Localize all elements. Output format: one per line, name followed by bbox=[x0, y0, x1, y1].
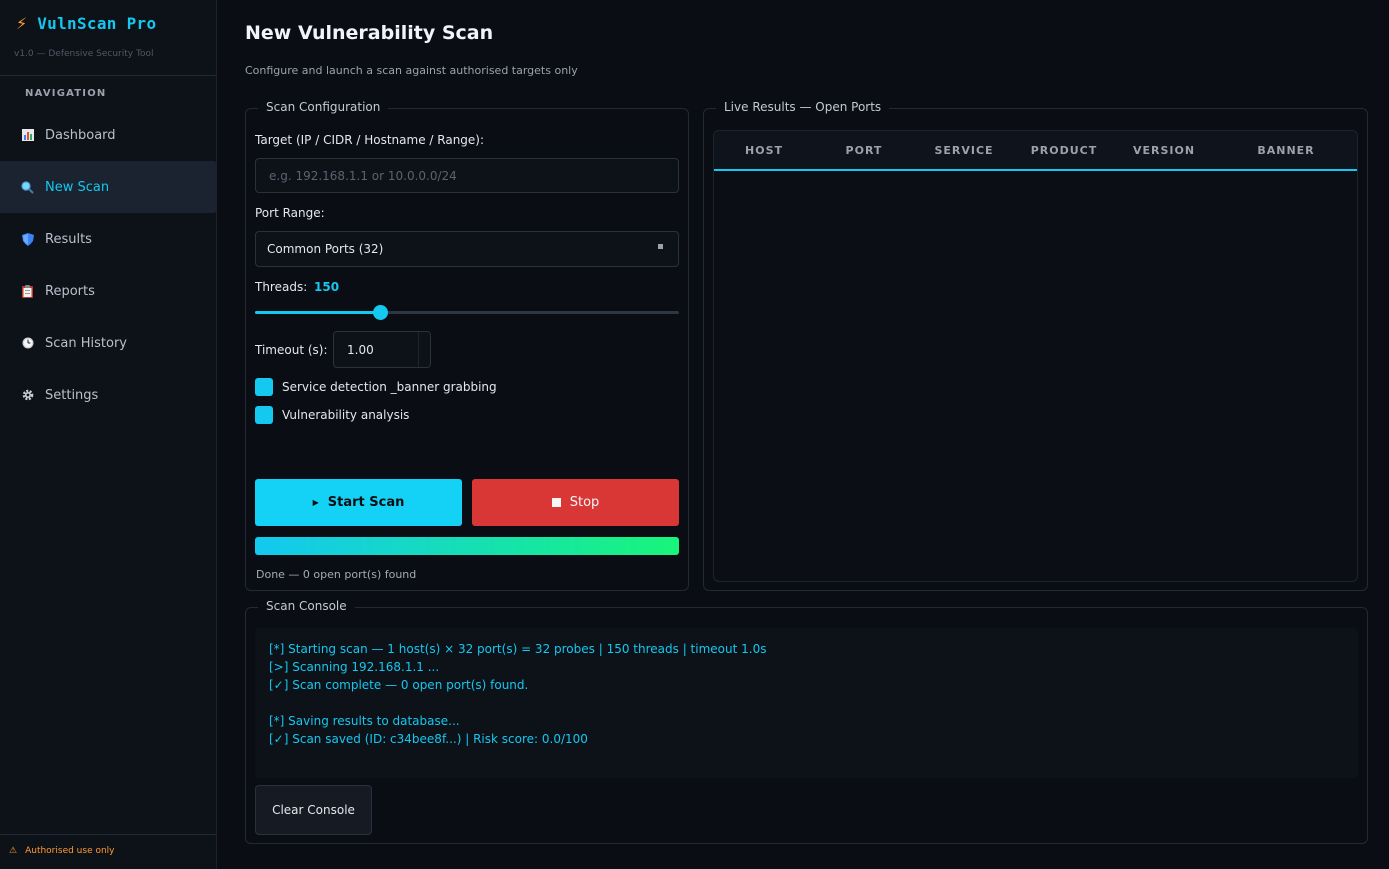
vuln-analysis-label: Vulnerability analysis bbox=[282, 408, 410, 422]
console-line: [✓] Scan complete — 0 open port(s) found… bbox=[269, 678, 529, 692]
threads-slider-fill bbox=[255, 311, 381, 314]
column-header-port[interactable]: PORT bbox=[846, 144, 883, 157]
warning-icon: ⚠ bbox=[9, 846, 18, 856]
scan-configuration-title: Scan Configuration bbox=[258, 100, 389, 114]
stop-button[interactable]: Stop bbox=[472, 479, 679, 526]
column-header-host[interactable]: HOST bbox=[745, 144, 783, 157]
vuln-analysis-checkbox-row[interactable]: Vulnerability analysis bbox=[255, 406, 409, 424]
sidebar-footer: ⚠ Authorised use only bbox=[9, 846, 115, 856]
sidebar-item-scan-history[interactable]: Scan History bbox=[0, 317, 217, 369]
timeout-value: 1.00 bbox=[347, 342, 374, 357]
start-scan-button[interactable]: ▶ Start Scan bbox=[255, 479, 462, 526]
magnifier-icon bbox=[21, 180, 34, 194]
sidebar-item-label: Results bbox=[45, 231, 92, 247]
stop-label: Stop bbox=[569, 495, 600, 510]
threads-slider-handle[interactable] bbox=[373, 305, 389, 320]
sidebar-item-label: Dashboard bbox=[45, 127, 116, 143]
sidebar-item-reports[interactable]: Reports bbox=[0, 265, 217, 317]
clear-console-button[interactable]: Clear Console bbox=[255, 785, 372, 835]
sidebar-footer-divider bbox=[0, 834, 217, 835]
scan-console-panel: Scan Console [*] Starting scan — 1 host(… bbox=[245, 599, 1368, 844]
target-label: Target (IP / CIDR / Hostname / Range): bbox=[255, 133, 485, 147]
column-header-banner[interactable]: BANNER bbox=[1257, 144, 1314, 157]
lightning-icon: ⚡ bbox=[16, 14, 28, 33]
page-subtitle: Configure and launch a scan against auth… bbox=[245, 64, 578, 77]
console-line: [*] Saving results to database... bbox=[269, 714, 460, 728]
timeout-label: Timeout (s): bbox=[255, 343, 328, 357]
sidebar-item-label: Reports bbox=[45, 283, 95, 299]
scan-progress-bar bbox=[255, 537, 679, 555]
stop-icon bbox=[551, 498, 561, 507]
port-range-value: Common Ports (32) bbox=[267, 242, 384, 256]
column-header-service[interactable]: SERVICE bbox=[934, 144, 993, 157]
service-detection-label: Service detection _banner grabbing bbox=[282, 380, 497, 394]
port-range-label: Port Range: bbox=[255, 206, 325, 220]
live-results-title: Live Results — Open Ports bbox=[716, 100, 890, 114]
sidebar-item-label: New Scan bbox=[45, 179, 110, 195]
page-title: New Vulnerability Scan bbox=[245, 22, 494, 44]
column-header-product[interactable]: PRODUCT bbox=[1031, 144, 1098, 157]
scan-console-title: Scan Console bbox=[258, 599, 355, 613]
start-scan-label: Start Scan bbox=[327, 495, 405, 510]
service-detection-checkbox-row[interactable]: Service detection _banner grabbing bbox=[255, 378, 497, 396]
sidebar-item-new-scan[interactable]: New Scan bbox=[0, 161, 217, 213]
console-line: [*] Starting scan — 1 host(s) × 32 port(… bbox=[269, 642, 767, 656]
console-line: [>] Scanning 192.168.1.1 ... bbox=[269, 660, 440, 674]
column-header-version[interactable]: VERSION bbox=[1133, 144, 1195, 157]
app-subtitle: v1.0 — Defensive Security Tool bbox=[14, 49, 154, 59]
brand: ⚡ VulnScan Pro bbox=[16, 14, 156, 33]
scan-progress-fill bbox=[255, 537, 679, 555]
shield-icon bbox=[21, 232, 34, 246]
gear-icon bbox=[21, 389, 34, 402]
sidebar-item-label: Scan History bbox=[45, 335, 127, 351]
sidebar-item-label: Settings bbox=[45, 387, 99, 403]
threads-slider[interactable] bbox=[255, 305, 679, 320]
threads-label: Threads: bbox=[255, 280, 308, 294]
chart-icon bbox=[21, 129, 34, 142]
play-icon: ▶ bbox=[312, 498, 319, 507]
vuln-analysis-checkbox[interactable] bbox=[255, 406, 273, 424]
service-detection-checkbox[interactable] bbox=[255, 378, 273, 396]
target-input[interactable] bbox=[255, 158, 679, 193]
port-range-select[interactable]: Common Ports (32) bbox=[255, 231, 679, 267]
sidebar-divider bbox=[0, 75, 217, 76]
sidebar: ⚡ VulnScan Pro v1.0 — Defensive Security… bbox=[0, 0, 217, 869]
results-table[interactable]: HOST PORT SERVICE PRODUCT VERSION BANNER bbox=[713, 130, 1358, 582]
sidebar-item-settings[interactable]: Settings bbox=[0, 369, 217, 421]
dropdown-arrow-icon bbox=[658, 244, 663, 249]
sidebar-item-dashboard[interactable]: Dashboard bbox=[0, 109, 217, 161]
scan-status: Done — 0 open port(s) found bbox=[256, 568, 417, 581]
authorised-notice: Authorised use only bbox=[25, 846, 115, 856]
live-results-panel: Live Results — Open Ports HOST PORT SERV… bbox=[703, 100, 1368, 591]
scan-configuration-panel: Scan Configuration Target (IP / CIDR / H… bbox=[245, 100, 689, 591]
timeout-spinbox[interactable]: 1.00 bbox=[333, 331, 431, 368]
console-line: [✓] Scan saved (ID: c34bee8f...) | Risk … bbox=[269, 732, 588, 746]
nav-header: NAVIGATION bbox=[25, 88, 107, 99]
sidebar-item-results[interactable]: Results bbox=[0, 213, 217, 265]
threads-value: 150 bbox=[314, 280, 340, 294]
app-name: VulnScan Pro bbox=[37, 14, 157, 33]
clock-icon bbox=[21, 337, 34, 350]
console-output[interactable]: [*] Starting scan — 1 host(s) × 32 port(… bbox=[255, 628, 1358, 778]
clipboard-icon bbox=[21, 284, 34, 298]
spinbox-arrows-icon[interactable] bbox=[418, 332, 430, 367]
results-table-header: HOST PORT SERVICE PRODUCT VERSION BANNER bbox=[714, 131, 1357, 171]
